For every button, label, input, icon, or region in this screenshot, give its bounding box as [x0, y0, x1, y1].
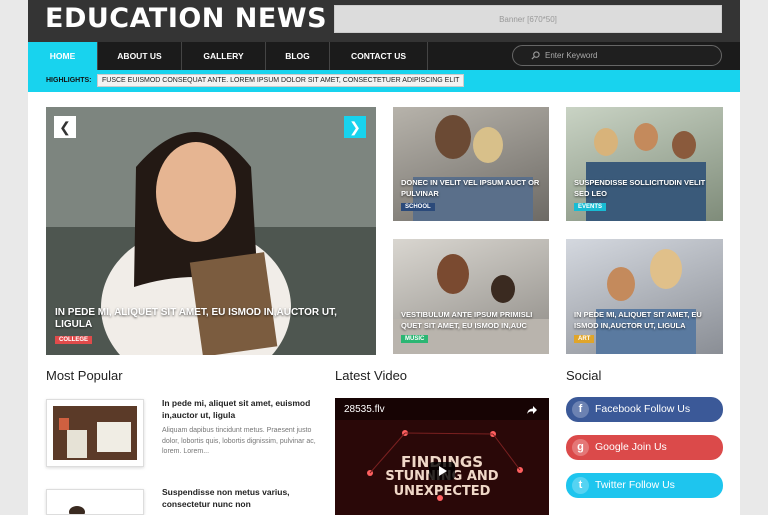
- latest-video-title: Latest Video: [335, 368, 408, 383]
- share-icon[interactable]: [526, 404, 538, 416]
- feature-tile-4-badge[interactable]: ART: [574, 335, 595, 343]
- slider-next-button[interactable]: ❯: [344, 116, 366, 138]
- feature-tile-2[interactable]: SUSPENDISSE SOLLICITUDIN VELIT SED LEO E…: [566, 107, 723, 221]
- feature-tile-3-badge[interactable]: MUSIC: [401, 335, 429, 343]
- facebook-follow-button[interactable]: f Facebook Follow Us: [566, 397, 723, 422]
- social-title: Social: [566, 368, 602, 383]
- page: EDUCATION NEWS Banner [670*50] HOME ABOU…: [28, 0, 740, 515]
- google-icon: g: [572, 439, 589, 456]
- search-icon[interactable]: [531, 51, 540, 60]
- play-icon: [439, 466, 447, 476]
- popular-post-1-excerpt: Aliquam dapibus tincidunt metus. Praesen…: [162, 427, 316, 455]
- nav-gallery[interactable]: GALLERY: [182, 42, 266, 70]
- featured-badge-college[interactable]: COLLEGE: [55, 336, 93, 344]
- popular-thumb-1[interactable]: [46, 399, 144, 467]
- nav-home[interactable]: HOME: [28, 42, 98, 70]
- feature-tile-1-title[interactable]: DONEC IN VELIT VEL IPSUM AUCT OR PULVINA…: [401, 177, 543, 199]
- feature-tile-1[interactable]: DONEC IN VELIT VEL IPSUM AUCT OR PULVINA…: [393, 107, 549, 221]
- feature-tile-4[interactable]: IN PEDE MI, ALIQUET SIT AMET, EU ISMOD I…: [566, 239, 723, 354]
- most-popular-title: Most Popular: [46, 368, 123, 383]
- nav-about-us[interactable]: ABOUT US: [98, 42, 182, 70]
- popular-post-1-title[interactable]: In pede mi, aliquet sit amet, euismod in…: [162, 397, 322, 421]
- feature-tile-2-badge[interactable]: EVENTS: [574, 203, 607, 211]
- site-header: EDUCATION NEWS Banner [670*50]: [28, 0, 740, 42]
- twitter-follow-label: Twitter Follow Us: [595, 479, 675, 491]
- popular-thumb-1-image: [47, 400, 143, 466]
- play-button[interactable]: [429, 462, 455, 480]
- video-filename: 28535.flv: [344, 404, 385, 415]
- highlights-bar: HIGHLIGHTS: FUSCE EUISMOD CONSEQUAT ANTE…: [28, 70, 740, 92]
- google-join-label: Google Join Us: [595, 441, 667, 453]
- highlights-ticker[interactable]: FUSCE EUISMOD CONSEQUAT ANTE. LOREM IPSU…: [97, 74, 465, 87]
- facebook-follow-label: Facebook Follow Us: [595, 403, 691, 415]
- banner-placeholder[interactable]: Banner [670*50]: [334, 5, 722, 33]
- main-nav: HOME ABOUT US GALLERY BLOG CONTACT US: [28, 42, 740, 70]
- nav-contact-us[interactable]: CONTACT US: [330, 42, 428, 70]
- twitter-follow-button[interactable]: t Twitter Follow Us: [566, 473, 723, 498]
- google-join-button[interactable]: g Google Join Us: [566, 435, 723, 460]
- popular-thumb-2-image: [47, 490, 143, 515]
- popular-thumb-2[interactable]: [46, 489, 144, 515]
- search-box: [512, 45, 722, 66]
- feature-tile-4-title[interactable]: IN PEDE MI, ALIQUET SIT AMET, EU ISMOD I…: [574, 309, 718, 331]
- site-logo[interactable]: EDUCATION NEWS: [45, 3, 327, 34]
- feature-tile-2-title[interactable]: SUSPENDISSE SOLLICITUDIN VELIT SED LEO: [574, 177, 718, 199]
- twitter-icon: t: [572, 477, 589, 494]
- feature-tile-3[interactable]: VESTIBULUM ANTE IPSUM PRIMISLI QUET SIT …: [393, 239, 549, 354]
- search-input[interactable]: [545, 48, 705, 63]
- featured-slider[interactable]: ❮ ❯ IN PEDE MI, ALIQUET SIT AMET, EU ISM…: [46, 107, 376, 355]
- highlights-label: HIGHLIGHTS:: [46, 77, 92, 84]
- feature-tile-3-title[interactable]: VESTIBULUM ANTE IPSUM PRIMISLI QUET SIT …: [401, 309, 545, 331]
- popular-post-2-title[interactable]: Suspendisse non metus varius, consectetu…: [162, 486, 322, 510]
- nav-blog[interactable]: BLOG: [266, 42, 330, 70]
- video-player[interactable]: 28535.flv FINDINGS STUNNING AND UNEXPECT…: [335, 398, 549, 515]
- slider-prev-button[interactable]: ❮: [54, 116, 76, 138]
- featured-title[interactable]: IN PEDE MI, ALIQUET SIT AMET, EU ISMOD I…: [55, 307, 360, 331]
- facebook-icon: f: [572, 401, 589, 418]
- feature-tile-1-badge[interactable]: SCHOOL: [401, 203, 435, 211]
